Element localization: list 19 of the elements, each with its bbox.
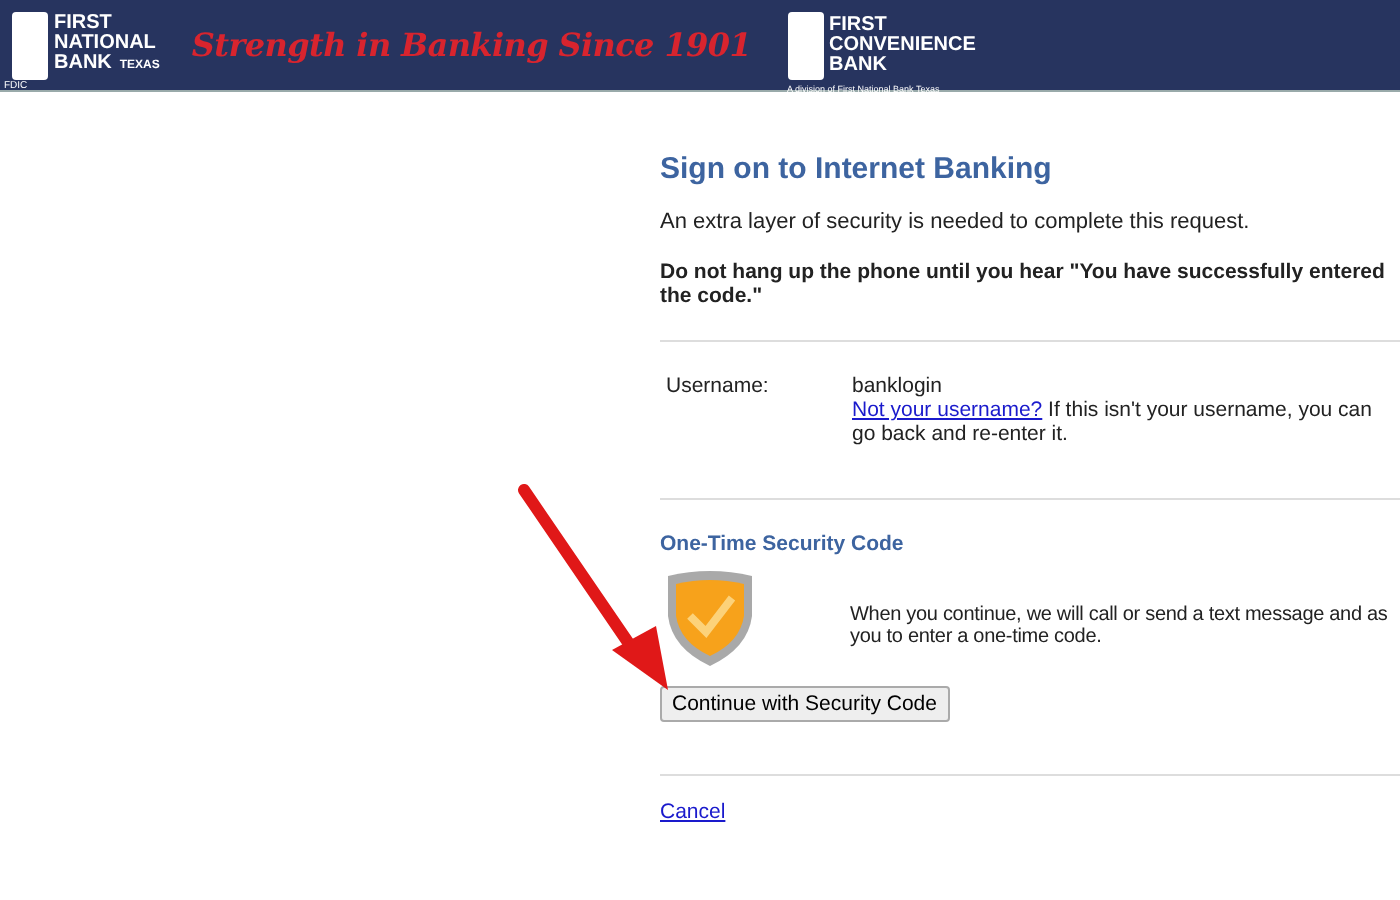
page-title: Sign on to Internet Banking <box>660 152 1054 186</box>
logo-text: BANK <box>829 55 889 75</box>
info-text: you to enter a one-time code. <box>850 626 1104 648</box>
logo-text: FIRST <box>829 15 889 35</box>
logo-text: FIRST <box>54 14 114 34</box>
cancel-link[interactable]: Cancel <box>660 800 726 824</box>
logo-text: CONVENIENCE <box>829 35 976 55</box>
username-value: banklogin <box>852 374 944 398</box>
username-label: Username: <box>664 374 771 402</box>
username-note: Not your username? If this isn't your username, you can go back and re-enter it. <box>852 398 1374 446</box>
continue-button[interactable]: Continue with Security Code <box>660 686 949 722</box>
intro-text: An extra layer of security is needed to complete this request. <box>660 210 1252 234</box>
section-heading: One-Time Security Code <box>660 532 906 556</box>
not-your-username-link[interactable]: Not your username? <box>852 398 1043 422</box>
info-text: When you continue, we will call or send a text message and as <box>850 604 1388 626</box>
warning-text: Do not hang up the phone until you hear "You have successfully entered the code." <box>660 260 1387 308</box>
slogan: Strength in Banking Since 1901 <box>191 26 752 64</box>
logo-text: NATIONAL <box>54 34 158 54</box>
logo-text: BANK <box>54 54 112 74</box>
